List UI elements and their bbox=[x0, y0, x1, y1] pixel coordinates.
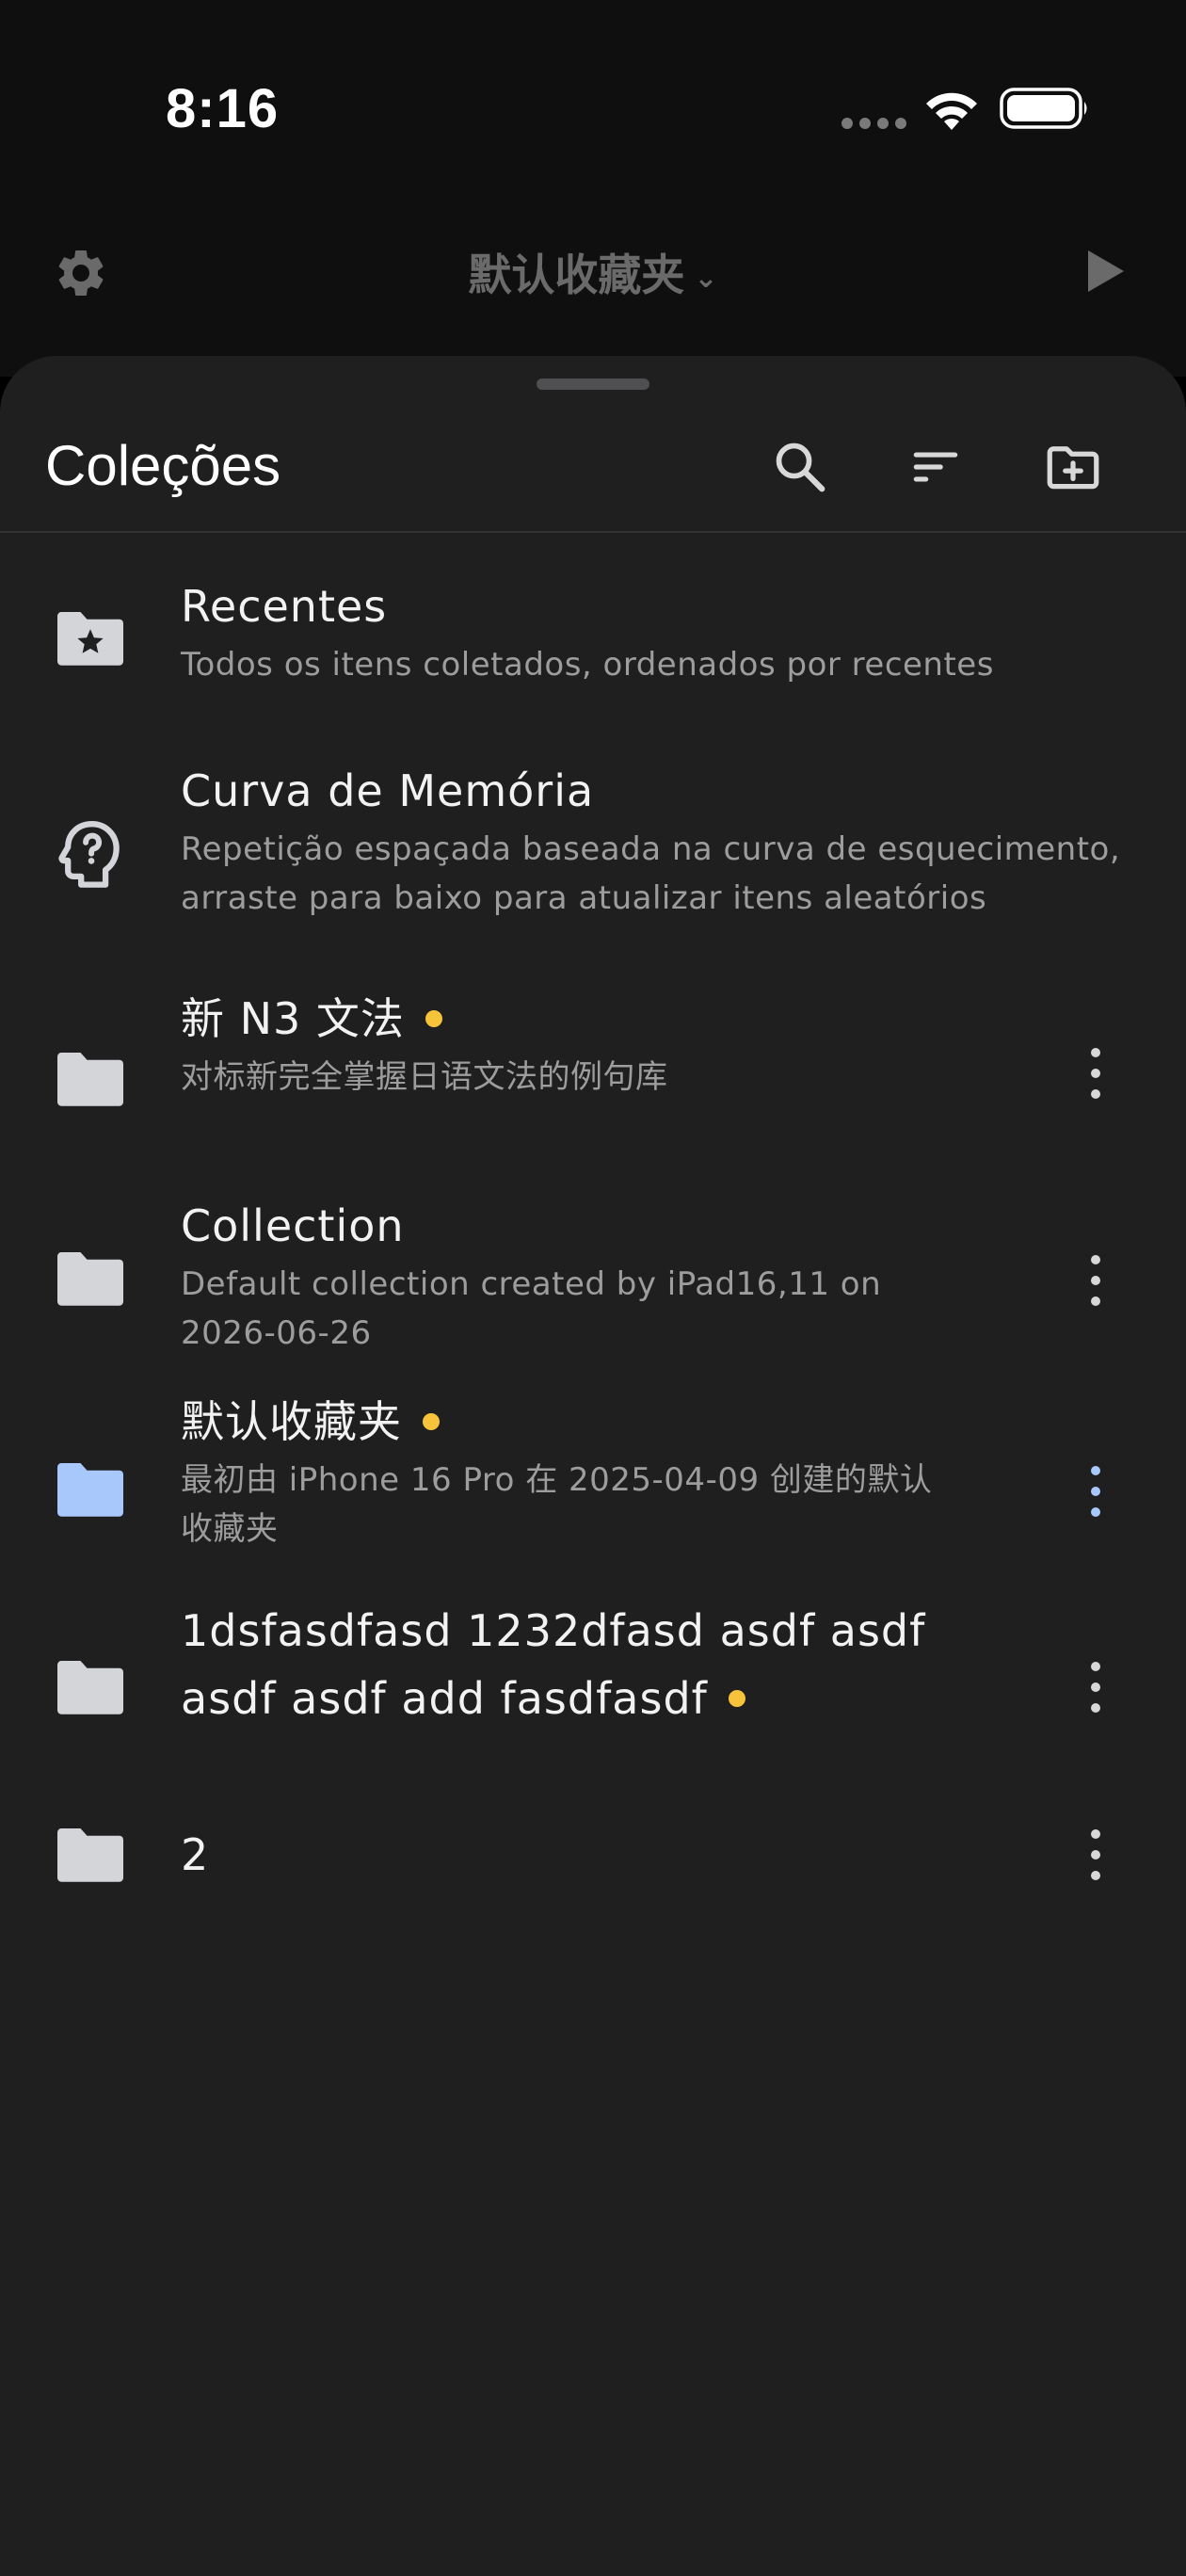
unread-dot bbox=[728, 1689, 745, 1707]
more-options-icon[interactable] bbox=[1079, 1650, 1113, 1725]
status-bar: 8:16 bbox=[0, 0, 1186, 188]
item-title-line2: asdf asdf add fasdfasdf bbox=[181, 1673, 708, 1724]
chevron-down-icon: ⌄ bbox=[694, 262, 718, 295]
unread-dot bbox=[425, 1009, 442, 1027]
folder-star-icon bbox=[57, 612, 123, 666]
list-item-2[interactable]: 2 bbox=[0, 1787, 1186, 1919]
more-options-icon[interactable] bbox=[1079, 1036, 1113, 1111]
status-time: 8:16 bbox=[166, 78, 280, 139]
item-title: 默认收藏夹 bbox=[181, 1396, 402, 1447]
folder-icon bbox=[57, 1828, 123, 1882]
item-title: Curva de Memória bbox=[181, 765, 595, 816]
list-item-curva-de-memoria[interactable]: Curva de Memória Repetição espaçada base… bbox=[0, 757, 1186, 945]
list-item-recentes[interactable]: Recentes Todos os itens coletados, orden… bbox=[0, 572, 1186, 723]
sort-icon bbox=[913, 452, 958, 482]
list-item-long-name[interactable]: 1dsfasdfasd 1232dfasd asdf asdf asdf asd… bbox=[0, 1597, 1186, 1766]
sort-button[interactable] bbox=[902, 433, 970, 501]
item-subtitle-line2: 2026-06-26 bbox=[181, 1314, 372, 1352]
folder-icon bbox=[57, 1661, 123, 1715]
collection-selector[interactable]: 默认收藏夹 ⌄ bbox=[0, 241, 1186, 303]
item-subtitle-line1: 最初由 iPhone 16 Pro 在 2025-04-09 创建的默认 bbox=[181, 1461, 933, 1499]
battery-icon bbox=[1000, 88, 1087, 129]
divider bbox=[0, 531, 1186, 533]
item-subtitle: Todos os itens coletados, ordenados por … bbox=[181, 646, 994, 684]
more-options-icon[interactable] bbox=[1079, 1817, 1113, 1892]
item-title: 2 bbox=[181, 1829, 210, 1880]
more-options-icon[interactable] bbox=[1079, 1243, 1113, 1318]
folder-icon bbox=[57, 1463, 123, 1517]
more-options-icon[interactable] bbox=[1079, 1454, 1113, 1529]
item-title: 新 N3 文法 bbox=[181, 993, 405, 1044]
folder-icon bbox=[57, 1252, 123, 1306]
header-title: 默认收藏夹 bbox=[468, 250, 685, 300]
folder-icon bbox=[57, 1053, 123, 1106]
list-item-collection[interactable]: Collection Default collection created by… bbox=[0, 1175, 1186, 1363]
new-folder-button[interactable] bbox=[1039, 433, 1107, 501]
sheet-title: Coleções bbox=[45, 434, 281, 497]
item-title: Recentes bbox=[181, 581, 388, 632]
item-title: Collection bbox=[181, 1200, 405, 1251]
wifi-icon bbox=[926, 92, 977, 130]
list-item-n3[interactable]: 新 N3 文法 对标新完全掌握日语文法的例句库 bbox=[0, 985, 1186, 1154]
item-subtitle: 对标新完全掌握日语文法的例句库 bbox=[181, 1058, 668, 1096]
search-icon bbox=[776, 443, 825, 492]
list-item-default-collection[interactable]: 默认收藏夹 最初由 iPhone 16 Pro 在 2025-04-09 创建的… bbox=[0, 1388, 1186, 1576]
new-folder-icon bbox=[1047, 446, 1099, 490]
item-title-line1: 1dsfasdfasd 1232dfasd asdf asdf bbox=[181, 1605, 926, 1656]
app-header: 默认收藏夹 ⌄ bbox=[0, 188, 1186, 377]
item-subtitle-line1: Repetição espaçada baseada na curva de e… bbox=[181, 830, 1121, 868]
item-subtitle-line1: Default collection created by iPad16,11 … bbox=[181, 1265, 882, 1303]
item-subtitle-line2: 收藏夹 bbox=[181, 1510, 279, 1548]
collections-sheet: Coleções Recentes Todos os itens coletad… bbox=[0, 356, 1186, 2576]
item-subtitle-line2: arraste para baixo para atualizar itens … bbox=[181, 879, 987, 917]
unread-dot bbox=[423, 1412, 440, 1430]
search-button[interactable] bbox=[766, 433, 834, 501]
play-icon[interactable] bbox=[1084, 247, 1128, 296]
brain-question-icon bbox=[58, 821, 120, 888]
cellular-signal-icon bbox=[841, 115, 913, 133]
sheet-grabber[interactable] bbox=[537, 378, 649, 390]
